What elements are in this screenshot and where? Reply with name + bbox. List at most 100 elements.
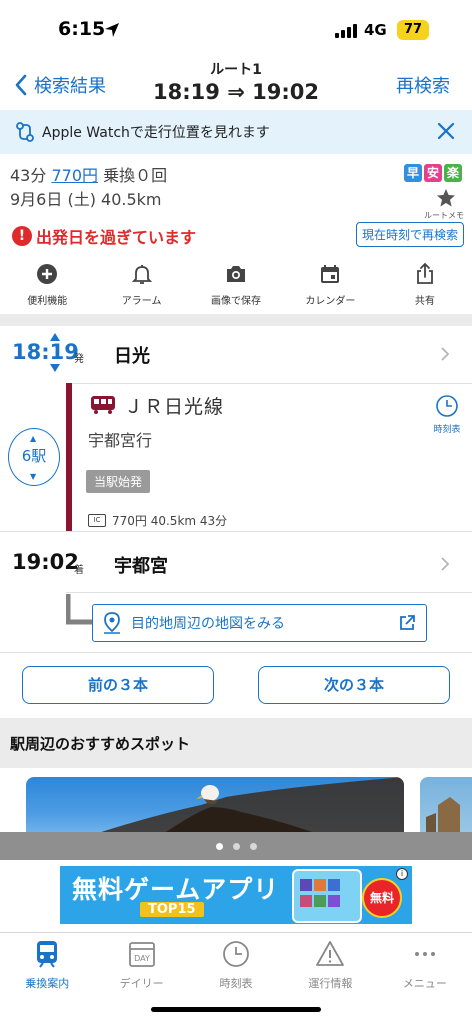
location-arrow-icon <box>105 23 119 37</box>
spots-section-header: 駅周辺のおすすめスポット <box>0 718 472 768</box>
spot-card-image[interactable] <box>26 777 404 837</box>
segment-details-text: 770円 40.5km 43分 <box>112 514 228 528</box>
research-button[interactable]: 再検索 <box>396 72 450 98</box>
carousel-indicator <box>0 832 472 860</box>
tab-transit[interactable]: 乗換案内 <box>0 933 94 1024</box>
warning-text: 出発日を過ぎています <box>36 228 197 247</box>
arrival-station: 宇都宮 <box>114 556 168 577</box>
star-icon[interactable] <box>436 188 456 208</box>
close-icon[interactable] <box>436 121 456 141</box>
route-memo-label: ルートメモ <box>424 211 464 220</box>
ad-banner[interactable]: 無料ゲームアプリ TOP15 無料 i <box>60 866 412 924</box>
stations-count: 6駅 <box>21 447 47 465</box>
past-date-warning: ! 出発日を過ぎています <box>12 224 196 248</box>
status-bar: 6:15 4G 77 <box>0 0 472 60</box>
tab-label: 乗換案内 <box>25 977 70 990</box>
later-arrow-icon[interactable] <box>50 364 60 372</box>
chevron-right-icon <box>441 347 450 361</box>
badge-easy: 楽 <box>444 164 462 182</box>
line-destination: 宇都宮行 <box>88 431 153 450</box>
route-icon <box>16 122 34 142</box>
ad-free-badge: 無料 <box>362 878 402 918</box>
destination-map-button[interactable]: 目的地周辺の地図をみる <box>92 604 427 642</box>
tool-label: カレンダー <box>305 296 356 307</box>
divider <box>0 531 472 532</box>
day-text: DAY <box>134 954 150 963</box>
tool-calendar[interactable]: カレンダー <box>283 262 377 314</box>
prev-three-button[interactable]: 前の３本 <box>22 666 214 704</box>
walk-connector-icon <box>66 594 92 625</box>
map-button-label: 目的地周辺の地図をみる <box>131 616 285 632</box>
line-name: ＪＲ日光線 <box>124 396 225 418</box>
chevron-right-icon <box>441 557 450 571</box>
external-link-icon <box>400 615 415 630</box>
status-time: 6:15 <box>58 18 106 40</box>
camera-icon <box>227 266 246 282</box>
next-three-button[interactable]: 次の３本 <box>258 666 450 704</box>
tab-menu[interactable]: メニュー <box>378 933 472 1024</box>
carousel-dot[interactable] <box>215 842 223 850</box>
tool-label: アラーム <box>121 296 162 307</box>
tool-utilities[interactable]: 便利機能 <box>0 262 94 314</box>
more-icon <box>414 952 435 956</box>
divider <box>66 592 472 593</box>
plus-circle-icon <box>37 264 58 284</box>
signal-icon <box>335 24 357 38</box>
origin-tag: 当駅始発 <box>86 470 151 493</box>
train-icon <box>91 396 115 414</box>
divider <box>0 314 472 326</box>
nav-bar: 検索結果 ルート1 18:19 ⇒ 19:02 再検索 <box>0 60 472 108</box>
carousel-dot[interactable] <box>249 842 257 850</box>
ad-headline: 無料ゲームアプリ <box>72 875 280 904</box>
ad-sub: TOP15 <box>140 902 204 917</box>
home-indicator <box>151 1007 321 1012</box>
warning-icon <box>316 941 345 966</box>
share-icon <box>416 262 433 284</box>
action-toolbar: 便利機能 アラーム 画像で保存 カレンダー 共有 <box>0 262 472 314</box>
badge-fast: 早 <box>404 164 422 182</box>
phone-graphic <box>292 869 362 923</box>
divider <box>0 652 472 653</box>
departure-station: 日光 <box>114 346 150 367</box>
network-label: 4G <box>364 21 387 39</box>
route-summary: 43分 770円 乗換０回 9月6日 (土) 40.5km 早 安 楽 ルートメ… <box>0 158 472 258</box>
tool-share[interactable]: 共有 <box>378 262 472 314</box>
ad-info-icon[interactable]: i <box>396 868 408 880</box>
stations-count-button[interactable]: ▲ 6駅 ▼ <box>8 428 60 486</box>
departure-time: 18:19 <box>12 340 79 364</box>
train-icon <box>37 941 58 968</box>
duration: 43分 <box>10 166 47 185</box>
tab-label: メニュー <box>402 977 447 990</box>
ic-card-icon: IC <box>88 514 106 527</box>
clock-icon <box>436 395 458 417</box>
tool-label: 画像で保存 <box>211 296 262 307</box>
bell-icon <box>131 265 152 284</box>
tool-alarm[interactable]: アラーム <box>94 262 188 314</box>
line-color-bar <box>66 383 72 531</box>
arrival-suffix: 着 <box>74 565 84 576</box>
triangle-up-icon: ▲ <box>30 434 37 443</box>
research-now-button[interactable]: 現在時刻で再検索 <box>355 222 464 247</box>
map-pin-icon <box>104 612 120 634</box>
segment-details: IC 770円 40.5km 43分 <box>88 512 227 529</box>
tab-label: 時刻表 <box>219 977 253 990</box>
spot-card-image[interactable] <box>420 777 472 837</box>
eagle-photo <box>86 777 404 837</box>
divider <box>66 383 472 384</box>
triangle-down-icon: ▼ <box>30 472 37 481</box>
tool-save-image[interactable]: 画像で保存 <box>189 262 283 314</box>
carousel-dot[interactable] <box>232 842 240 850</box>
tool-label: 便利機能 <box>27 296 68 307</box>
battery-indicator: 77 <box>397 20 429 40</box>
summary-line-1: 43分 770円 乗換０回 <box>10 162 167 186</box>
banner-text: Apple Watchで走行位置を見れます <box>42 125 270 141</box>
timetable-label: 時刻表 <box>433 425 461 435</box>
tab-label: デイリー <box>119 977 164 990</box>
clock-icon <box>223 941 249 967</box>
apple-watch-banner[interactable]: Apple Watchで走行位置を見れます <box>0 110 472 154</box>
fare-link[interactable]: 770円 <box>51 166 98 185</box>
timetable-button[interactable]: 時刻表 <box>432 394 462 435</box>
tool-label: 共有 <box>414 296 435 307</box>
transfers: 乗換０回 <box>103 166 168 185</box>
calendar-icon <box>321 265 340 283</box>
